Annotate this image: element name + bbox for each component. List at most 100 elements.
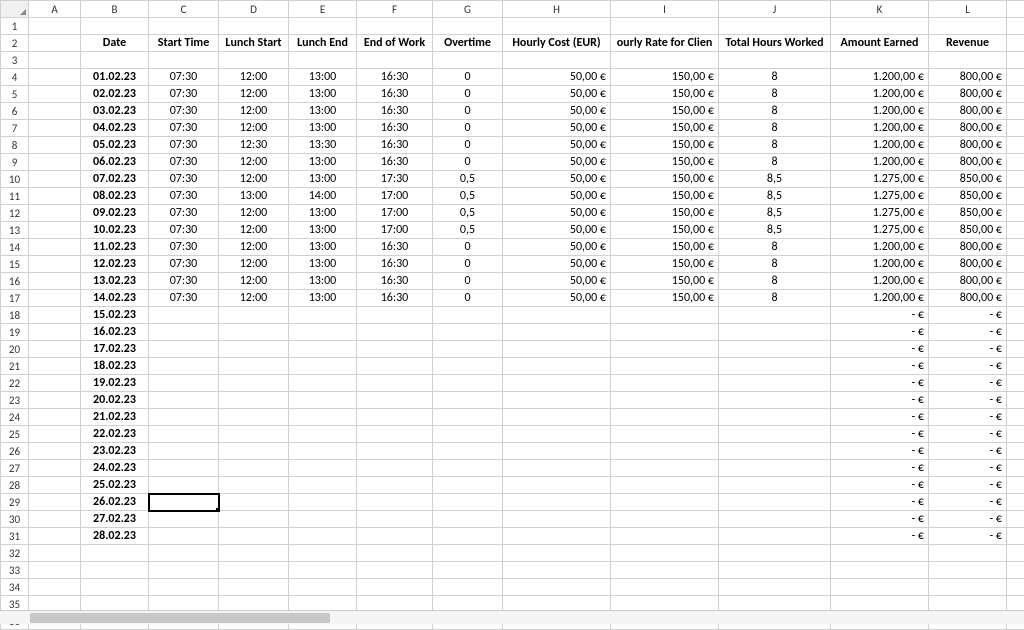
row-header-9[interactable]: 9 <box>1 154 29 171</box>
cell-D19[interactable] <box>219 324 289 341</box>
cell-G34[interactable] <box>433 579 503 596</box>
cell-K27[interactable]: - € <box>831 460 929 477</box>
cell-K12[interactable]: 1.275,00 € <box>831 205 929 222</box>
cell-L4[interactable]: 800,00 € <box>929 69 1007 86</box>
cell-A22[interactable] <box>29 375 81 392</box>
cell-F18[interactable] <box>357 307 433 324</box>
cell-A33[interactable] <box>29 562 81 579</box>
cell-D20[interactable] <box>219 341 289 358</box>
cell-C25[interactable] <box>149 426 219 443</box>
cell-F12[interactable]: 17:00 <box>357 205 433 222</box>
cell-L14[interactable]: 800,00 € <box>929 239 1007 256</box>
cell-K23[interactable]: - € <box>831 392 929 409</box>
cell-D10[interactable]: 12:00 <box>219 171 289 188</box>
cell-M16[interactable] <box>1007 273 1024 290</box>
spreadsheet[interactable]: ABCDEFGHIJKLM 12DateStart TimeLunch Star… <box>0 0 1024 624</box>
cell-F1[interactable] <box>357 18 433 35</box>
cell-H28[interactable] <box>503 477 611 494</box>
cell-C8[interactable]: 07:30 <box>149 137 219 154</box>
row-header-34[interactable]: 34 <box>1 579 29 596</box>
cell-I7[interactable]: 150,00 € <box>611 120 719 137</box>
col-header-C[interactable]: C <box>149 1 219 18</box>
col-header-J[interactable]: J <box>719 1 831 18</box>
cell-I32[interactable] <box>611 545 719 562</box>
row-header-17[interactable]: 17 <box>1 290 29 307</box>
cell-L9[interactable]: 800,00 € <box>929 154 1007 171</box>
cell-B23[interactable]: 20.02.23 <box>81 392 149 409</box>
cell-J16[interactable]: 8 <box>719 273 831 290</box>
cell-M28[interactable] <box>1007 477 1024 494</box>
cell-K5[interactable]: 1.200,00 € <box>831 86 929 103</box>
cell-M30[interactable] <box>1007 511 1024 528</box>
cell-E23[interactable] <box>289 392 357 409</box>
cell-I5[interactable]: 150,00 € <box>611 86 719 103</box>
cell-E25[interactable] <box>289 426 357 443</box>
cell-H30[interactable] <box>503 511 611 528</box>
cell-F29[interactable] <box>357 494 433 511</box>
cell-E12[interactable]: 13:00 <box>289 205 357 222</box>
cell-L18[interactable]: - € <box>929 307 1007 324</box>
cell-F30[interactable] <box>357 511 433 528</box>
cell-K30[interactable]: - € <box>831 511 929 528</box>
cell-G15[interactable]: 0 <box>433 256 503 273</box>
row-header-28[interactable]: 28 <box>1 477 29 494</box>
cell-A12[interactable] <box>29 205 81 222</box>
cell-A30[interactable] <box>29 511 81 528</box>
cell-A6[interactable] <box>29 103 81 120</box>
cell-K2[interactable]: Amount Earned <box>831 35 929 52</box>
cell-M23[interactable] <box>1007 392 1024 409</box>
cell-L22[interactable]: - € <box>929 375 1007 392</box>
cell-H22[interactable] <box>503 375 611 392</box>
cell-H31[interactable] <box>503 528 611 545</box>
cell-L16[interactable]: 800,00 € <box>929 273 1007 290</box>
cell-M27[interactable] <box>1007 460 1024 477</box>
cell-K31[interactable]: - € <box>831 528 929 545</box>
cell-D7[interactable]: 12:00 <box>219 120 289 137</box>
cell-J6[interactable]: 8 <box>719 103 831 120</box>
cell-B26[interactable]: 23.02.23 <box>81 443 149 460</box>
cell-I31[interactable] <box>611 528 719 545</box>
cell-M12[interactable] <box>1007 205 1024 222</box>
row-header-30[interactable]: 30 <box>1 511 29 528</box>
cell-B21[interactable]: 18.02.23 <box>81 358 149 375</box>
cell-G2[interactable]: Overtime <box>433 35 503 52</box>
cell-B2[interactable]: Date <box>81 35 149 52</box>
cell-E5[interactable]: 13:00 <box>289 86 357 103</box>
row-header-24[interactable]: 24 <box>1 409 29 426</box>
cell-H4[interactable]: 50,00 € <box>503 69 611 86</box>
cell-I16[interactable]: 150,00 € <box>611 273 719 290</box>
cell-A8[interactable] <box>29 137 81 154</box>
cell-H29[interactable] <box>503 494 611 511</box>
cell-G4[interactable]: 0 <box>433 69 503 86</box>
cell-M29[interactable] <box>1007 494 1024 511</box>
cell-E17[interactable]: 13:00 <box>289 290 357 307</box>
cell-I27[interactable] <box>611 460 719 477</box>
cell-D17[interactable]: 12:00 <box>219 290 289 307</box>
row-header-20[interactable]: 20 <box>1 341 29 358</box>
cell-C28[interactable] <box>149 477 219 494</box>
cell-E27[interactable] <box>289 460 357 477</box>
cell-M11[interactable] <box>1007 188 1024 205</box>
row-header-27[interactable]: 27 <box>1 460 29 477</box>
cell-J19[interactable] <box>719 324 831 341</box>
cell-H8[interactable]: 50,00 € <box>503 137 611 154</box>
cell-J24[interactable] <box>719 409 831 426</box>
cell-M14[interactable] <box>1007 239 1024 256</box>
cell-M15[interactable] <box>1007 256 1024 273</box>
cell-J23[interactable] <box>719 392 831 409</box>
cell-B4[interactable]: 01.02.23 <box>81 69 149 86</box>
cell-L5[interactable]: 800,00 € <box>929 86 1007 103</box>
cell-G19[interactable] <box>433 324 503 341</box>
cell-D26[interactable] <box>219 443 289 460</box>
cell-B10[interactable]: 07.02.23 <box>81 171 149 188</box>
cell-F15[interactable]: 16:30 <box>357 256 433 273</box>
cell-I1[interactable] <box>611 18 719 35</box>
cell-M1[interactable] <box>1007 18 1024 35</box>
cell-F6[interactable]: 16:30 <box>357 103 433 120</box>
cell-L20[interactable]: - € <box>929 341 1007 358</box>
cell-A31[interactable] <box>29 528 81 545</box>
cell-H23[interactable] <box>503 392 611 409</box>
cell-I25[interactable] <box>611 426 719 443</box>
cell-I11[interactable]: 150,00 € <box>611 188 719 205</box>
cell-I3[interactable] <box>611 52 719 69</box>
